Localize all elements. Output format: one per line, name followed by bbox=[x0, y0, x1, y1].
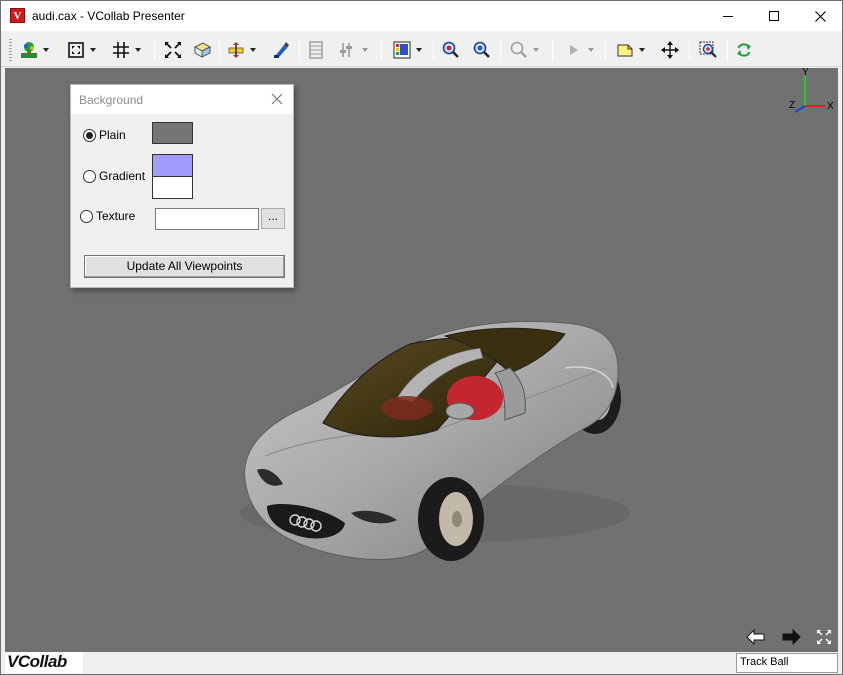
axis-z-label: Z bbox=[789, 100, 795, 111]
toolbar-separator bbox=[219, 40, 220, 60]
chevron-down-icon[interactable] bbox=[639, 48, 645, 52]
plain-label: Plain bbox=[99, 128, 126, 142]
toolbar-separator bbox=[433, 40, 434, 60]
explode-button[interactable] bbox=[164, 39, 182, 61]
update-all-viewpoints-button[interactable]: Update All Viewpoints bbox=[84, 255, 285, 278]
previous-viewpoint-icon[interactable] bbox=[746, 629, 766, 645]
next-viewpoint-icon[interactable] bbox=[781, 629, 801, 645]
zoom-window-button[interactable] bbox=[699, 39, 719, 61]
play-icon bbox=[570, 45, 578, 55]
section-plane-button[interactable] bbox=[227, 39, 256, 61]
gradient-label: Gradient bbox=[99, 169, 146, 183]
play-button bbox=[565, 39, 594, 61]
note-icon bbox=[617, 44, 633, 57]
chevron-down-icon[interactable] bbox=[250, 48, 256, 52]
dialog-close-icon[interactable] bbox=[269, 91, 285, 107]
minimize-button[interactable] bbox=[705, 1, 751, 31]
box-select-button[interactable] bbox=[192, 39, 212, 61]
grid-button[interactable] bbox=[112, 39, 141, 61]
pan-icon bbox=[661, 41, 679, 59]
scene-tree-button[interactable] bbox=[20, 39, 49, 61]
gradient-bottom-color-swatch[interactable] bbox=[152, 176, 193, 199]
toolbar-separator bbox=[552, 40, 553, 60]
plain-option[interactable]: Plain bbox=[83, 128, 126, 142]
slider-icon bbox=[340, 43, 352, 57]
zoom-out-button[interactable] bbox=[473, 39, 491, 61]
minimize-icon bbox=[723, 16, 733, 17]
texture-radio[interactable] bbox=[80, 209, 93, 223]
vcollab-logo: VCollab bbox=[5, 652, 83, 673]
box-select-icon bbox=[193, 42, 212, 58]
chevron-down-icon[interactable] bbox=[135, 48, 141, 52]
dialog-title-bar[interactable]: Background bbox=[71, 85, 293, 114]
chevron-down-icon bbox=[533, 48, 539, 52]
app-window: V audi.cax - VCollab Presenter Y X Z Bac… bbox=[0, 0, 843, 675]
zoom-out-icon bbox=[473, 41, 490, 58]
toolbar-separator bbox=[727, 40, 728, 60]
main-toolbar bbox=[1, 31, 842, 67]
note-button[interactable] bbox=[616, 39, 645, 61]
texture-option[interactable]: Texture bbox=[80, 209, 135, 223]
zoom-in-icon bbox=[442, 41, 459, 58]
fit-view-icon bbox=[68, 42, 84, 58]
zoom-in-button[interactable] bbox=[442, 39, 460, 61]
browse-texture-button[interactable]: ... bbox=[261, 208, 285, 229]
refresh-button[interactable] bbox=[736, 39, 752, 61]
paint-button[interactable] bbox=[272, 39, 290, 61]
plain-radio[interactable] bbox=[83, 128, 96, 142]
refresh-icon bbox=[737, 43, 751, 57]
toolbar-separator bbox=[500, 40, 501, 60]
texture-label: Texture bbox=[96, 209, 136, 223]
fit-view-button[interactable] bbox=[67, 39, 96, 61]
axis-x-label: X bbox=[827, 101, 834, 112]
window-title: audi.cax - VCollab Presenter bbox=[32, 9, 185, 23]
maximize-icon bbox=[769, 11, 779, 21]
chevron-down-icon bbox=[588, 48, 594, 52]
texture-path-field[interactable] bbox=[155, 208, 259, 230]
fullscreen-icon[interactable] bbox=[817, 630, 831, 644]
chevron-down-icon bbox=[362, 48, 368, 52]
toolbar-separator bbox=[154, 40, 155, 60]
plain-color-swatch[interactable] bbox=[152, 122, 193, 144]
close-button[interactable] bbox=[797, 1, 843, 31]
scene-tree-icon bbox=[21, 42, 37, 58]
film-button bbox=[307, 39, 325, 61]
grid-icon bbox=[113, 42, 129, 58]
background-dialog: Background Plain Gradient Texture ... Up… bbox=[70, 84, 294, 288]
gradient-radio[interactable] bbox=[83, 169, 96, 183]
paint-icon bbox=[274, 42, 289, 58]
toolbar-grip[interactable] bbox=[9, 39, 12, 61]
chevron-down-icon[interactable] bbox=[416, 48, 422, 52]
color-legend-icon bbox=[393, 41, 411, 59]
color-legend-button[interactable] bbox=[393, 39, 422, 61]
axis-triad: Y X Z bbox=[789, 68, 834, 113]
title-bar: V audi.cax - VCollab Presenter bbox=[1, 1, 842, 31]
film-icon bbox=[309, 41, 323, 59]
dialog-title: Background bbox=[79, 93, 144, 107]
toolbar-separator bbox=[605, 40, 606, 60]
maximize-button[interactable] bbox=[751, 1, 797, 31]
chevron-down-icon[interactable] bbox=[43, 48, 49, 52]
axis-y-label: Y bbox=[802, 68, 809, 78]
toolbar-separator bbox=[381, 40, 382, 60]
toolbar-separator bbox=[299, 40, 300, 60]
pan-button[interactable] bbox=[661, 39, 679, 61]
gradient-option[interactable]: Gradient bbox=[83, 169, 145, 183]
section-plane-icon bbox=[228, 42, 244, 58]
close-icon bbox=[814, 10, 826, 22]
gradient-top-color-swatch[interactable] bbox=[152, 154, 193, 176]
logo-text: VCollab bbox=[7, 652, 67, 671]
zoom-window-icon bbox=[699, 41, 717, 58]
vcollab-app-icon: V bbox=[10, 8, 25, 23]
interaction-mode-field: Track Ball bbox=[736, 653, 838, 673]
slider-button bbox=[339, 39, 368, 61]
toolbar-separator bbox=[689, 40, 690, 60]
radio-selected-dot bbox=[86, 131, 93, 139]
explode-icon bbox=[165, 42, 181, 58]
status-bar: VCollab Track Ball bbox=[1, 652, 842, 674]
zoom-box-icon bbox=[510, 41, 527, 58]
zoom-box-button bbox=[510, 39, 539, 61]
chevron-down-icon[interactable] bbox=[90, 48, 96, 52]
